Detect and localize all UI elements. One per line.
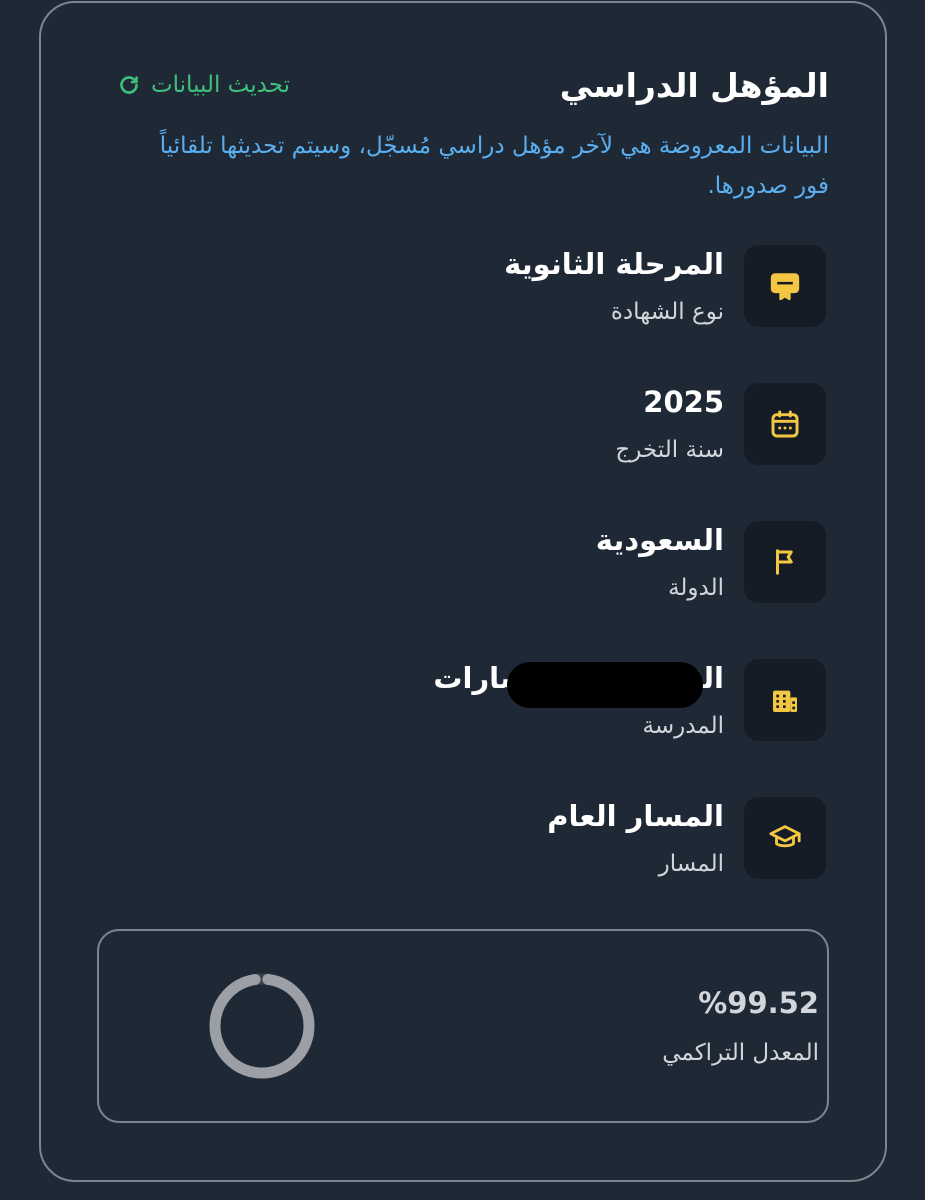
graduation-year-label: سنة التخرج (615, 437, 724, 463)
info-row-track: المسار العام المسار (206, 797, 826, 879)
flag-icon (744, 521, 826, 603)
school-label: المدرسة (642, 713, 724, 739)
certificate-type-label: نوع الشهادة (610, 299, 724, 325)
graduation-year-value: 2025 (643, 385, 724, 419)
info-row-certificate-type: المرحلة الثانوية نوع الشهادة (206, 245, 826, 327)
calendar-icon (744, 383, 826, 465)
refresh-data-button[interactable]: تحديث البيانات (117, 72, 290, 98)
info-row-country: السعودية الدولة (206, 521, 826, 603)
country-value: السعودية (595, 523, 724, 557)
section-title: المؤهل الدراسي (559, 66, 829, 105)
info-row-graduation-year: 2025 سنة التخرج (206, 383, 826, 465)
track-label: المسار (658, 851, 724, 877)
certificate-icon (744, 245, 826, 327)
refresh-icon (117, 73, 141, 97)
graduation-cap-icon (744, 797, 826, 879)
gpa-progress-ring (209, 973, 315, 1079)
redaction-mark (507, 662, 703, 708)
refresh-label: تحديث البيانات (151, 72, 290, 98)
gpa-label: المعدل التراكمي (662, 1040, 819, 1066)
building-icon (744, 659, 826, 741)
info-notice: البيانات المعروضة هي لآخر مؤهل دراسي مُس… (159, 133, 829, 199)
certificate-type-value: المرحلة الثانوية (504, 247, 724, 281)
gpa-ring-arc (209, 973, 315, 1079)
country-label: الدولة (668, 575, 724, 601)
track-value: المسار العام (547, 799, 724, 833)
gpa-value: %99.52 (698, 986, 819, 1020)
